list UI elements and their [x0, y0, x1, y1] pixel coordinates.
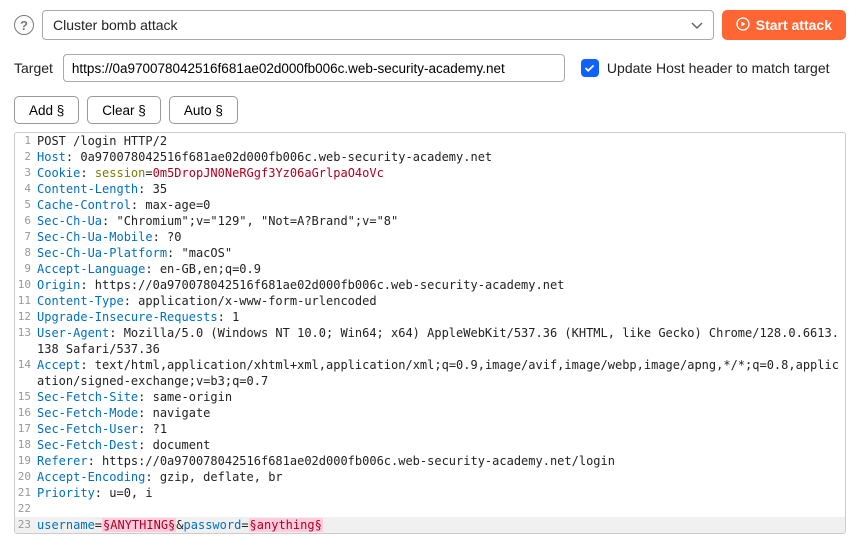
line-number: 13: [15, 325, 37, 357]
line-number: 12: [15, 309, 37, 325]
editor-line[interactable]: 23username=§ANYTHING§&password=§anything…: [15, 517, 845, 533]
editor-line[interactable]: 11Content-Type: application/x-www-form-u…: [15, 293, 845, 309]
update-host-checkbox[interactable]: [581, 59, 599, 77]
editor-line[interactable]: 20Accept-Encoding: gzip, deflate, br: [15, 469, 845, 485]
editor-line[interactable]: 22: [15, 501, 845, 517]
editor-line[interactable]: 8Sec-Ch-Ua-Platform: "macOS": [15, 245, 845, 261]
help-icon[interactable]: ?: [14, 15, 34, 35]
editor-line[interactable]: 16Sec-Fetch-Mode: navigate: [15, 405, 845, 421]
line-number: 10: [15, 277, 37, 293]
target-input[interactable]: [63, 54, 565, 82]
add-marker-button[interactable]: Add §: [14, 96, 79, 124]
line-number: 21: [15, 485, 37, 501]
editor-line[interactable]: 21Priority: u=0, i: [15, 485, 845, 501]
start-attack-label: Start attack: [756, 17, 832, 33]
editor-line[interactable]: 9Accept-Language: en-GB,en;q=0.9: [15, 261, 845, 277]
line-number: 11: [15, 293, 37, 309]
target-label: Target: [14, 60, 53, 76]
editor-line[interactable]: 13User-Agent: Mozilla/5.0 (Windows NT 10…: [15, 325, 845, 357]
editor-line[interactable]: 10Origin: https://0a970078042516f681ae02…: [15, 277, 845, 293]
line-number: 6: [15, 213, 37, 229]
line-number: 14: [15, 357, 37, 389]
editor-line[interactable]: 7Sec-Ch-Ua-Mobile: ?0: [15, 229, 845, 245]
editor-line[interactable]: 18Sec-Fetch-Dest: document: [15, 437, 845, 453]
line-number: 15: [15, 389, 37, 405]
line-number: 1: [15, 133, 37, 149]
line-number: 8: [15, 245, 37, 261]
line-number: 16: [15, 405, 37, 421]
line-number: 19: [15, 453, 37, 469]
line-number: 9: [15, 261, 37, 277]
update-host-label: Update Host header to match target: [607, 60, 830, 76]
editor-line[interactable]: 17Sec-Fetch-User: ?1: [15, 421, 845, 437]
editor-line[interactable]: 1POST /login HTTP/2: [15, 133, 845, 149]
line-number: 2: [15, 149, 37, 165]
line-number: 3: [15, 165, 37, 181]
line-number: 18: [15, 437, 37, 453]
line-number: 4: [15, 181, 37, 197]
editor-line[interactable]: 6Sec-Ch-Ua: "Chromium";v="129", "Not=A?B…: [15, 213, 845, 229]
line-number: 5: [15, 197, 37, 213]
editor-line[interactable]: 14Accept: text/html,application/xhtml+xm…: [15, 357, 845, 389]
line-number: 7: [15, 229, 37, 245]
line-number: 22: [15, 501, 37, 517]
attack-type-select[interactable]: Cluster bomb attack: [42, 10, 714, 40]
line-number: 17: [15, 421, 37, 437]
start-attack-button[interactable]: Start attack: [722, 10, 846, 40]
editor-line[interactable]: 5Cache-Control: max-age=0: [15, 197, 845, 213]
line-number: 20: [15, 469, 37, 485]
attack-type-label: Cluster bomb attack: [53, 17, 178, 33]
auto-markers-button[interactable]: Auto §: [169, 96, 238, 124]
request-editor[interactable]: 1POST /login HTTP/22Host: 0a970078042516…: [14, 132, 846, 534]
editor-line[interactable]: 3Cookie: session=0m5DropJN0NeRGgf3Yz06aG…: [15, 165, 845, 181]
editor-line[interactable]: 4Content-Length: 35: [15, 181, 845, 197]
chevron-down-icon: [691, 17, 703, 33]
editor-line[interactable]: 15Sec-Fetch-Site: same-origin: [15, 389, 845, 405]
clear-markers-button[interactable]: Clear §: [87, 96, 161, 124]
line-number: 23: [15, 517, 37, 533]
editor-line[interactable]: 12Upgrade-Insecure-Requests: 1: [15, 309, 845, 325]
editor-line[interactable]: 19Referer: https://0a970078042516f681ae0…: [15, 453, 845, 469]
play-icon: [736, 17, 750, 34]
editor-line[interactable]: 2Host: 0a970078042516f681ae02d000fb006c.…: [15, 149, 845, 165]
